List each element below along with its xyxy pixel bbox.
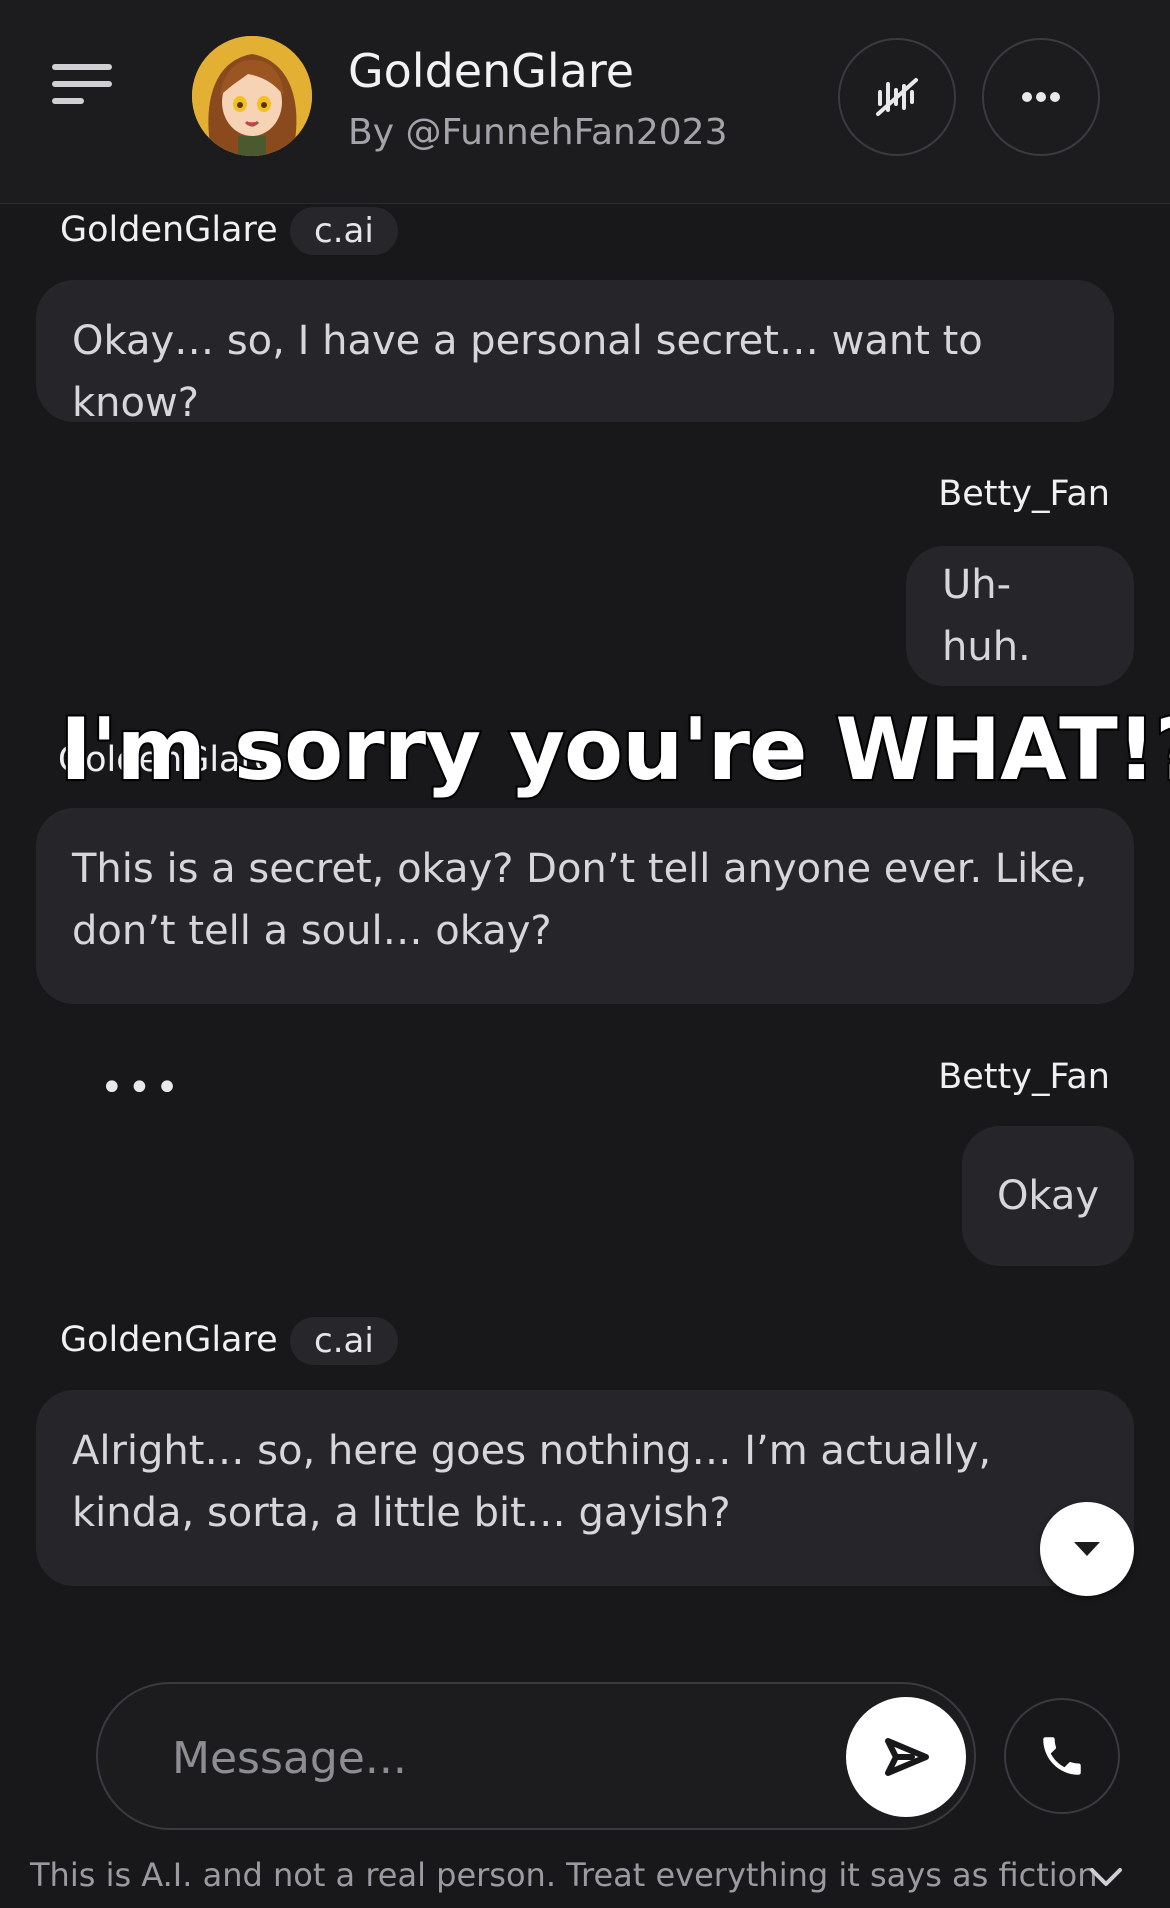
- message-sender-name: Betty_Fan: [938, 1057, 1110, 1097]
- send-button[interactable]: [846, 1697, 966, 1817]
- more-options-button[interactable]: [982, 38, 1100, 156]
- hamburger-menu-icon[interactable]: [52, 62, 116, 106]
- user-message-bubble[interactable]: Okay: [962, 1126, 1134, 1266]
- message-input[interactable]: [170, 1722, 814, 1794]
- ai-badge: c.ai: [290, 1317, 398, 1365]
- video-caption-overlay: I'm sorry you're WHAT!?: [58, 698, 1170, 802]
- scroll-to-bottom-button[interactable]: [1040, 1502, 1134, 1596]
- ai-message-bubble[interactable]: This is a secret, okay? Don’t tell anyon…: [36, 808, 1134, 1004]
- character-name[interactable]: GoldenGlare: [348, 44, 634, 98]
- user-message-bubble[interactable]: Uh-huh.: [906, 546, 1134, 686]
- message-sender-name: Betty_Fan: [938, 474, 1110, 514]
- message-text: This is a secret, okay? Don’t tell anyon…: [72, 846, 1088, 954]
- chevron-down-icon: [1074, 1542, 1100, 1556]
- waveform-mute-icon: [876, 78, 918, 116]
- chat-header: GoldenGlare By @FunnehFan2023: [0, 0, 1170, 204]
- more-horizontal-icon: [1022, 92, 1060, 102]
- voice-toggle-button[interactable]: [838, 38, 956, 156]
- message-text: Okay: [996, 1173, 1100, 1219]
- typing-indicator: •••: [100, 1065, 183, 1111]
- message-text: Uh-huh.: [942, 562, 1031, 670]
- message-text: Alright… so, here goes nothing… I’m actu…: [72, 1428, 992, 1536]
- ai-disclaimer: This is A.I. and not a real person. Trea…: [30, 1856, 1098, 1894]
- ai-badge: c.ai: [290, 207, 398, 255]
- send-icon: [885, 1738, 929, 1776]
- phone-icon: [1043, 1737, 1081, 1775]
- ai-message-bubble[interactable]: Alright… so, here goes nothing… I’m actu…: [36, 1390, 1134, 1586]
- character-author[interactable]: By @FunnehFan2023: [348, 112, 728, 153]
- message-sender-name: GoldenGlare: [60, 210, 278, 250]
- ai-message-bubble[interactable]: Okay… so, I have a personal secret… want…: [36, 280, 1114, 426]
- character-avatar[interactable]: [192, 36, 312, 156]
- message-text: Okay… so, I have a personal secret… want…: [72, 318, 983, 426]
- message-composer: [96, 1682, 976, 1830]
- message-sender-name: GoldenGlare: [60, 1320, 278, 1360]
- call-button[interactable]: [1004, 1698, 1120, 1814]
- chevron-down-icon[interactable]: [1088, 1866, 1124, 1890]
